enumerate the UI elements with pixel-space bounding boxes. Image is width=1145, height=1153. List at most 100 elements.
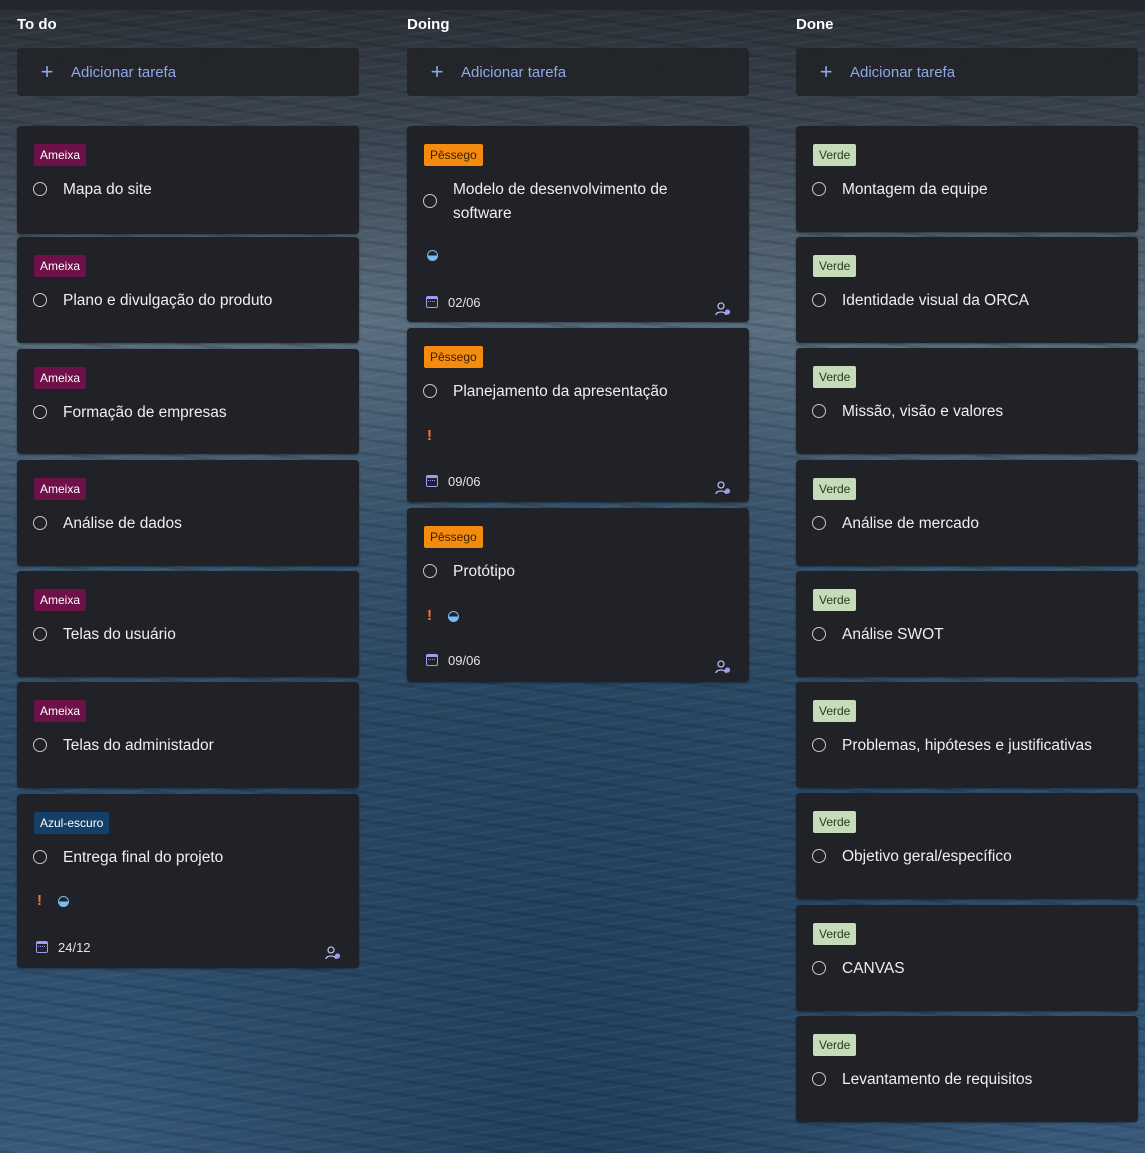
task-card[interactable]: Verde CANVAS: [796, 905, 1138, 1011]
half-circle-icon: [427, 249, 438, 261]
circle-icon[interactable]: [423, 194, 437, 208]
due-date: 09/06: [448, 473, 481, 489]
tag-label: Pêssego: [424, 144, 483, 166]
task-card[interactable]: Ameixa Análise de dados: [17, 460, 359, 566]
tag-label: Pêssego: [424, 346, 483, 368]
circle-icon[interactable]: [33, 627, 47, 641]
plus-icon: +: [40, 59, 54, 84]
exclamation-icon: !: [37, 892, 42, 909]
task-card[interactable]: Pêssego Protótipo ! 09/06: [407, 508, 749, 682]
task-card[interactable]: Ameixa Telas do usuário: [17, 571, 359, 677]
circle-icon[interactable]: [812, 738, 826, 752]
task-title: Plano e divulgação do produto: [63, 292, 273, 309]
task-title: Montagem da equipe: [842, 181, 988, 198]
task-card[interactable]: Ameixa Formação de empresas: [17, 349, 359, 454]
task-title: Objetivo geral/específico: [842, 848, 1012, 865]
circle-icon[interactable]: [812, 961, 826, 975]
task-title: Mapa do site: [63, 181, 152, 198]
task-title: Telas do administador: [63, 737, 214, 754]
task-card[interactable]: Pêssego Modelo de desenvolvimento de sof…: [407, 126, 749, 322]
task-card[interactable]: Ameixa Telas do administador: [17, 682, 359, 788]
task-card[interactable]: Verde Missão, visão e valores: [796, 348, 1138, 454]
task-title: Problemas, hipóteses e justificativas: [842, 737, 1092, 754]
circle-icon[interactable]: [33, 182, 47, 196]
circle-icon[interactable]: [423, 564, 437, 578]
circle-icon[interactable]: [33, 850, 47, 864]
tag-label: Verde: [813, 366, 857, 388]
plus-icon: +: [430, 59, 444, 84]
task-card[interactable]: Verde Montagem da equipe: [796, 126, 1138, 232]
task-title: Formação de empresas: [63, 404, 227, 421]
tag-label: Verde: [813, 700, 857, 722]
assign-user-icon[interactable]: [325, 946, 341, 960]
due-date: 24/12: [58, 939, 91, 955]
task-title: Protótipo: [453, 563, 516, 580]
task-card[interactable]: Pêssego Planejamento da apresentação ! 0…: [407, 328, 749, 502]
circle-icon[interactable]: [812, 182, 826, 196]
circle-icon[interactable]: [33, 516, 47, 530]
tag-label: Verde: [813, 811, 857, 833]
circle-icon[interactable]: [812, 404, 826, 418]
circle-icon[interactable]: [812, 516, 826, 530]
task-card[interactable]: Ameixa Plano e divulgação do produto: [17, 237, 359, 343]
add-task-button[interactable]: + Adicionar tarefa: [796, 48, 1138, 96]
task-card[interactable]: Ameixa Mapa do site: [17, 126, 359, 234]
calendar-icon: [426, 296, 438, 308]
circle-icon[interactable]: [33, 738, 47, 752]
tag-label: Ameixa: [34, 700, 87, 722]
task-title: Levantamento de requisitos: [842, 1071, 1033, 1088]
task-card[interactable]: Verde Análise de mercado: [796, 460, 1138, 566]
add-task-label: Adicionar tarefa: [71, 63, 177, 81]
task-title: Análise de dados: [63, 515, 182, 532]
top-bar: [0, 0, 1145, 10]
tag-label: Ameixa: [34, 478, 87, 500]
circle-icon[interactable]: [33, 405, 47, 419]
tag-label: Verde: [813, 144, 857, 166]
exclamation-icon: !: [427, 427, 432, 444]
tag-label: Verde: [813, 589, 857, 611]
tag-label: Pêssego: [424, 526, 483, 548]
task-card[interactable]: Verde Análise SWOT: [796, 571, 1138, 677]
column-title: Doing: [407, 16, 450, 33]
task-card[interactable]: Verde Problemas, hipóteses e justificati…: [796, 682, 1138, 788]
add-task-label: Adicionar tarefa: [461, 63, 567, 81]
circle-icon[interactable]: [812, 293, 826, 307]
plus-icon: +: [819, 59, 833, 84]
due-date: 09/06: [448, 652, 481, 668]
task-title: Análise SWOT: [842, 626, 944, 643]
task-title: Modelo de desenvolvimento de software: [453, 181, 668, 222]
tag-label: Ameixa: [34, 255, 87, 277]
circle-icon[interactable]: [812, 849, 826, 863]
tag-label: Azul-escuro: [34, 812, 110, 834]
tag-label: Ameixa: [34, 589, 87, 611]
task-title: Planejamento da apresentação: [453, 383, 668, 400]
task-card[interactable]: Azul-escuro Entrega final do projeto ! 2…: [17, 794, 359, 968]
circle-icon[interactable]: [33, 293, 47, 307]
task-title: CANVAS: [842, 960, 905, 977]
task-card[interactable]: Verde Levantamento de requisitos: [796, 1016, 1138, 1122]
circle-icon[interactable]: [812, 1072, 826, 1086]
task-title: Missão, visão e valores: [842, 403, 1004, 420]
assign-user-icon[interactable]: [715, 302, 731, 316]
add-task-button[interactable]: + Adicionar tarefa: [407, 48, 749, 96]
circle-icon[interactable]: [812, 627, 826, 641]
tag-label: Ameixa: [34, 144, 87, 166]
task-card[interactable]: Verde Objetivo geral/específico: [796, 793, 1138, 899]
half-circle-icon: [448, 610, 459, 622]
add-task-button[interactable]: + Adicionar tarefa: [17, 48, 359, 96]
column-title: To do: [17, 16, 57, 33]
add-task-label: Adicionar tarefa: [850, 63, 956, 81]
half-circle-icon: [58, 895, 69, 907]
assign-user-icon[interactable]: [715, 481, 731, 495]
calendar-icon: [426, 654, 438, 666]
tag-label: Verde: [813, 255, 857, 277]
calendar-icon: [426, 475, 438, 487]
assign-user-icon[interactable]: [715, 660, 731, 674]
task-title: Identidade visual da ORCA: [842, 292, 1029, 309]
task-title: Análise de mercado: [842, 515, 979, 532]
due-date: 02/06: [448, 294, 481, 310]
task-card[interactable]: Verde Identidade visual da ORCA: [796, 237, 1138, 343]
column-title: Done: [796, 16, 834, 33]
task-title: Entrega final do projeto: [63, 849, 224, 866]
circle-icon[interactable]: [423, 384, 437, 398]
